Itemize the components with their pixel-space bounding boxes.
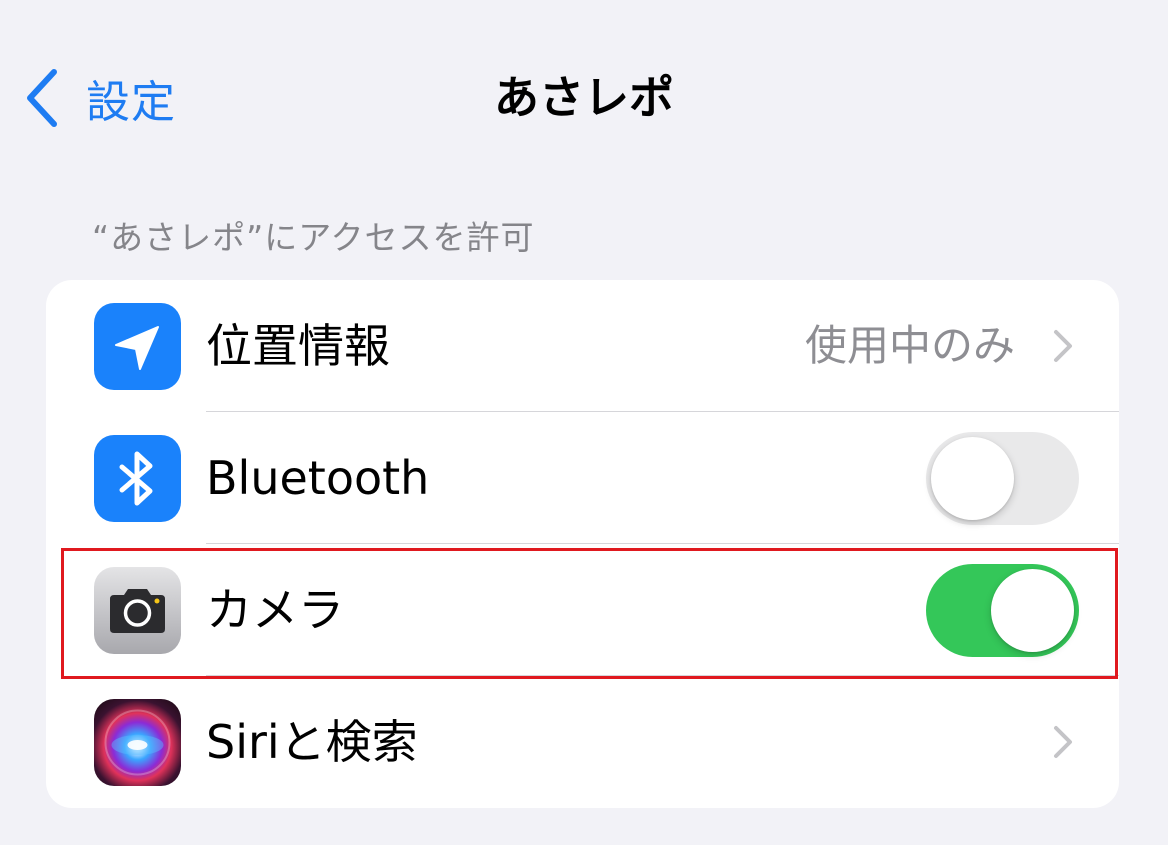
camera-toggle[interactable] xyxy=(926,564,1079,657)
location-value: 使用中のみ xyxy=(804,321,1015,370)
camera-icon xyxy=(94,567,181,654)
camera-label: カメラ xyxy=(206,583,344,637)
chevron-right-icon xyxy=(1051,328,1075,364)
location-arrow-icon xyxy=(94,303,181,390)
siri-label: Siriと検索 xyxy=(206,715,418,769)
bluetooth-icon xyxy=(94,435,181,522)
camera-row: カメラ xyxy=(46,544,1119,676)
location-row[interactable]: 位置情報 使用中のみ xyxy=(46,280,1119,412)
location-label: 位置情報 xyxy=(206,319,390,373)
section-header: “あさレポ”にアクセスを許可 xyxy=(92,218,535,257)
settings-screen: 設定 あさレポ “あさレポ”にアクセスを許可 位置情報 使用中のみ Blueto… xyxy=(0,0,1168,845)
siri-icon xyxy=(94,699,181,786)
permissions-list: 位置情報 使用中のみ Bluetooth カメラ Siriと検索 xyxy=(46,280,1119,808)
toggle-knob xyxy=(991,569,1074,652)
toggle-knob xyxy=(931,437,1014,520)
page-title: あさレポ xyxy=(493,71,674,124)
siri-row[interactable]: Siriと検索 xyxy=(46,676,1119,808)
bluetooth-row: Bluetooth xyxy=(46,412,1119,544)
bluetooth-label: Bluetooth xyxy=(206,451,430,505)
bluetooth-toggle[interactable] xyxy=(926,432,1079,525)
chevron-right-icon xyxy=(1051,724,1075,760)
